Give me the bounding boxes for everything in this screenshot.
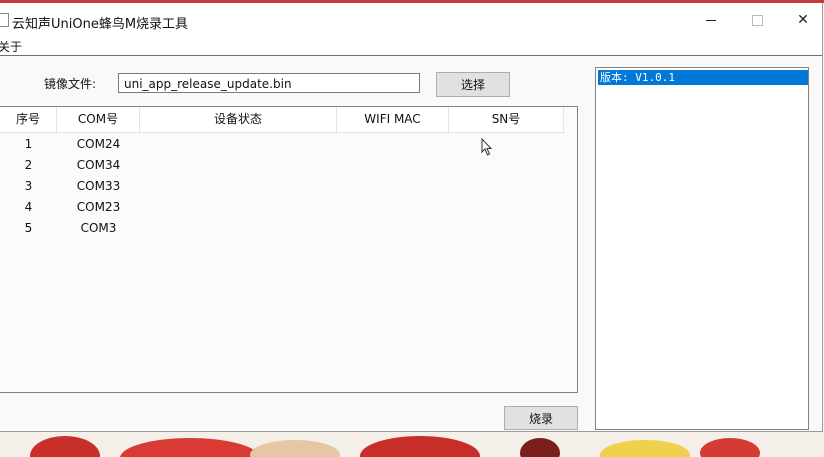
column-header-sn[interactable]: SN号 [449, 107, 564, 132]
row-status [140, 218, 337, 239]
row-com: COM23 [76, 200, 121, 214]
device-list-header: 序号 COM号 设备状态 WIFI MAC SN号 [0, 107, 564, 133]
window-title: 云知声UniOne蜂鸟M烧录工具 [12, 17, 189, 32]
row-index: 2 [24, 158, 33, 172]
row-index: 4 [24, 200, 33, 214]
row-com: COM3 [80, 221, 117, 235]
minimize-icon [706, 19, 716, 21]
row-mac [337, 218, 449, 239]
row-sn [449, 218, 564, 239]
background-artwork [0, 430, 824, 457]
row-index: 3 [24, 179, 33, 193]
row-index: 5 [24, 221, 33, 235]
row-sn [449, 155, 564, 176]
close-button[interactable]: ✕ [780, 3, 824, 37]
row-status [140, 197, 337, 218]
table-row[interactable]: 2 COM34 [0, 155, 564, 176]
close-icon: ✕ [797, 12, 809, 28]
table-row[interactable]: 3 COM33 [0, 176, 564, 197]
image-file-label: 镜像文件: [44, 77, 97, 91]
column-header-com[interactable]: COM号 [57, 107, 140, 132]
menu-item-about[interactable]: 关于 [0, 38, 22, 55]
row-sn [449, 197, 564, 218]
table-row[interactable]: 1 COM24 [0, 134, 564, 155]
row-status [140, 134, 337, 155]
mouse-cursor-icon [481, 138, 493, 156]
image-file-path-input[interactable]: uni_app_release_update.bin [118, 73, 420, 93]
row-mac [337, 155, 449, 176]
row-mac [337, 134, 449, 155]
row-com: COM33 [76, 179, 121, 193]
table-row[interactable]: 4 COM23 [0, 197, 564, 218]
row-sn [449, 176, 564, 197]
row-status [140, 176, 337, 197]
minimize-button[interactable] [688, 3, 734, 37]
title-bar[interactable]: 云知声UniOne蜂鸟M烧录工具 ✕ [0, 3, 822, 37]
table-row[interactable]: 5 COM3 [0, 218, 564, 239]
version-list[interactable]: 版本: V1.0.1 [595, 67, 809, 430]
row-sn [449, 134, 564, 155]
row-index: 1 [24, 137, 33, 151]
row-com: COM34 [76, 158, 121, 172]
burn-button[interactable]: 烧录 [504, 406, 578, 430]
app-window: 云知声UniOne蜂鸟M烧录工具 ✕ 关于 镜像文件: uni_app_rele… [0, 3, 823, 432]
app-icon [0, 13, 9, 27]
maximize-button[interactable] [734, 3, 780, 37]
version-list-item[interactable]: 版本: V1.0.1 [598, 70, 808, 85]
column-header-index[interactable]: 序号 [0, 107, 57, 132]
menu-bar: 关于 [0, 37, 822, 55]
row-mac [337, 197, 449, 218]
choose-file-button[interactable]: 选择 [436, 72, 510, 97]
row-com: COM24 [76, 137, 121, 151]
row-status [140, 155, 337, 176]
column-header-status[interactable]: 设备状态 [140, 107, 337, 132]
column-header-wifi-mac[interactable]: WIFI MAC [337, 107, 449, 132]
menu-divider [0, 55, 822, 56]
maximize-icon [751, 14, 763, 26]
row-mac [337, 176, 449, 197]
